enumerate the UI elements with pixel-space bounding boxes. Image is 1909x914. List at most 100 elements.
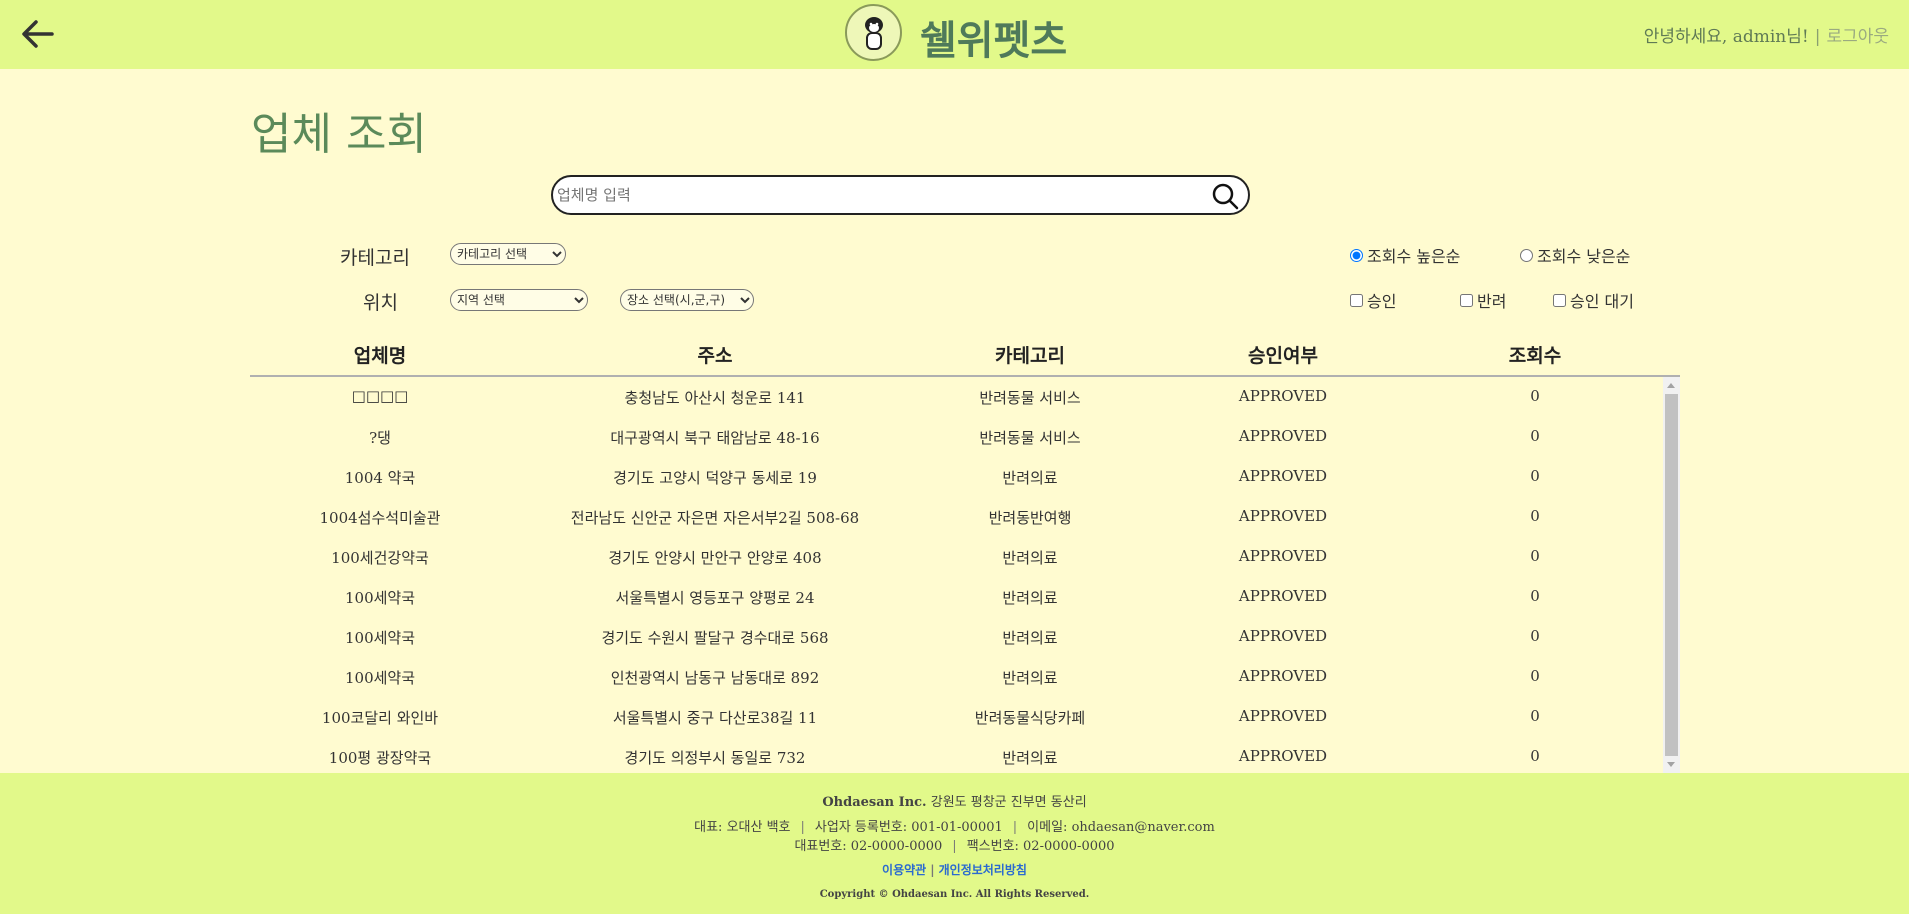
privacy-link[interactable]: 개인정보처리방침 [939,863,1027,877]
header-name[interactable]: 업체명 [354,341,406,368]
sort-high-radio[interactable]: 조회수 높은순 [1350,243,1460,267]
cell-views: 0 [1530,627,1540,645]
cell-views: 0 [1530,387,1540,405]
cell-approval: APPROVED [1238,667,1328,685]
scroll-thumb[interactable] [1665,394,1678,756]
cell-approval: APPROVED [1238,387,1328,405]
search-input[interactable] [553,177,1193,213]
cell-name: 1004 약국 [344,469,416,487]
cell-approval: APPROVED [1238,547,1328,565]
cell-approval: APPROVED [1238,507,1328,525]
cell-category: 반려동물 서비스 [979,389,1081,407]
checkbox-input[interactable] [1460,293,1473,307]
header-category[interactable]: 카테고리 [995,341,1065,368]
separator: | [952,839,957,854]
cell-address: 충청남도 아산시 청운로 141 [624,389,806,407]
cell-category: 반려의료 [1002,669,1058,687]
brand-title[interactable]: 쉘위펫츠 [920,8,1067,66]
scroll-up-icon[interactable] [1667,383,1675,388]
checkbox-label: 반려 [1477,292,1507,311]
separator: | [930,863,935,877]
rejected-checkbox[interactable]: 반려 [1460,288,1506,312]
cell-category: 반려동물 서비스 [979,429,1081,447]
table-row[interactable]: 1004섬수석미술관 전라남도 신안군 자은면 자은서부2길 508-68 반려동반… [250,497,1680,537]
cell-name: ?댕 [369,429,391,447]
cell-category: 반려의료 [1002,629,1058,647]
cell-approval: APPROVED [1238,627,1328,645]
header-address[interactable]: 주소 [698,341,733,368]
table-row[interactable]: 100세약국 서울특별시 영등포구 양평로 24 반려의료 APPROVED 0 [250,577,1680,617]
company-name: Ohdaesan Inc. [822,795,927,810]
cell-views: 0 [1530,507,1540,525]
cell-views: 0 [1530,707,1540,725]
sort-low-radio[interactable]: 조회수 낮은순 [1520,243,1630,267]
scrollbar[interactable] [1663,377,1680,773]
separator: | [1814,27,1821,47]
footer: Ohdaesan Inc. 강원도 평창군 진부면 동산리 대표: 오대산 백호… [0,773,1909,914]
page-title: 업체 조회 [251,109,427,160]
separator: | [800,820,805,835]
cell-name: 100평 광장약국 [328,749,432,767]
radio-input[interactable] [1520,248,1533,262]
dog-logo-icon [864,16,883,50]
back-arrow-icon[interactable] [18,14,58,54]
logo[interactable] [845,4,902,61]
cell-views: 0 [1530,667,1540,685]
category-label: 카테고리 [340,247,410,269]
table-row[interactable]: 100세약국 경기도 수원시 팔달구 경수대로 568 반려의료 APPROVED 0 [250,617,1680,657]
cell-approval: APPROVED [1238,587,1328,605]
header-approval[interactable]: 승인여부 [1248,341,1318,368]
cell-category: 반려의료 [1002,549,1058,567]
cell-address: 경기도 안양시 만안구 안양로 408 [608,549,822,567]
place-select[interactable]: 장소 선택(시,군,구) [620,289,754,311]
phone: 대표번호: 02-0000-0000 [794,839,943,854]
region-select[interactable]: 지역 선택 [450,289,588,311]
terms-link[interactable]: 이용약관 [882,863,926,877]
table-row[interactable]: ?댕 대구광역시 북구 태암남로 48-16 반려동물 서비스 APPROVED 0 [250,417,1680,457]
radio-label: 조회수 낮은순 [1537,247,1631,266]
fax: 팩스번호: 02-0000-0000 [966,839,1115,854]
radio-label: 조회수 높은순 [1367,247,1461,266]
cell-name: 100세약국 [344,589,416,607]
checkbox-label: 승인 대기 [1570,292,1634,311]
cell-address: 인천광역시 남동구 남동대로 892 [610,669,820,687]
cell-name: □□□□ [351,387,409,405]
header-views[interactable]: 조회수 [1509,341,1561,368]
checkbox-input[interactable] [1553,293,1566,307]
separator: | [1012,820,1018,835]
user-area: 안녕하세요, admin님! | 로그아웃 [1644,22,1889,47]
table-row[interactable]: 100세건강약국 경기도 안양시 만안구 안양로 408 반려의료 APPROVED 0 [250,537,1680,577]
approved-checkbox[interactable]: 승인 [1350,288,1396,312]
cell-approval: APPROVED [1238,747,1328,765]
cell-address: 서울특별시 영등포구 양평로 24 [615,589,815,607]
table-row[interactable]: 1004 약국 경기도 고양시 덕양구 동세로 19 반려의료 APPROVED 0 [250,457,1680,497]
table-body: □□□□ 충청남도 아산시 청운로 141 반려동물 서비스 APPROVED 0 ?댕 대… [250,377,1680,773]
cell-category: 반려의료 [1002,749,1058,767]
cell-views: 0 [1530,747,1540,765]
category-select[interactable]: 카테고리 선택 [450,243,566,265]
table-header: 업체명 주소 카테고리 승인여부 조회수 [250,335,1680,377]
cell-views: 0 [1530,547,1540,565]
scroll-down-icon[interactable] [1667,762,1675,767]
ceo: 대표: 오대산 백호 [694,820,791,835]
cell-name: 1004섬수석미술관 [319,509,441,527]
table-row[interactable]: 100평 광장약국 경기도 의정부시 동일로 732 반려의료 APPROVED 0 [250,737,1680,773]
search-icon[interactable] [1210,181,1240,215]
table-row[interactable]: □□□□ 충청남도 아산시 청운로 141 반려동물 서비스 APPROVED 0 [250,377,1680,417]
checkbox-input[interactable] [1350,293,1363,307]
company-address: 강원도 평창군 진부면 동산리 [930,795,1087,810]
table-row[interactable]: 100세약국 인천광역시 남동구 남동대로 892 반려의료 APPROVED 0 [250,657,1680,697]
email: 이메일: ohdaesan@naver.com [1027,820,1215,835]
pending-checkbox[interactable]: 승인 대기 [1553,288,1634,312]
table-row[interactable]: 100코달리 와인바 서울특별시 중구 다산로38길 11 반려동물식당카페 APPR… [250,697,1680,737]
search-box [551,175,1250,215]
radio-input[interactable] [1350,248,1363,262]
cell-address: 전라남도 신안군 자은면 자은서부2길 508-68 [570,509,860,527]
cell-address: 경기도 수원시 팔달구 경수대로 568 [601,629,829,647]
logout-link[interactable]: 로그아웃 [1826,27,1889,47]
cell-name: 100세약국 [344,629,416,647]
cell-address: 경기도 의정부시 동일로 732 [624,749,806,767]
cell-name: 100세건강약국 [331,549,429,567]
cell-views: 0 [1530,427,1540,445]
cell-address: 서울특별시 중구 다산로38길 11 [612,709,818,727]
